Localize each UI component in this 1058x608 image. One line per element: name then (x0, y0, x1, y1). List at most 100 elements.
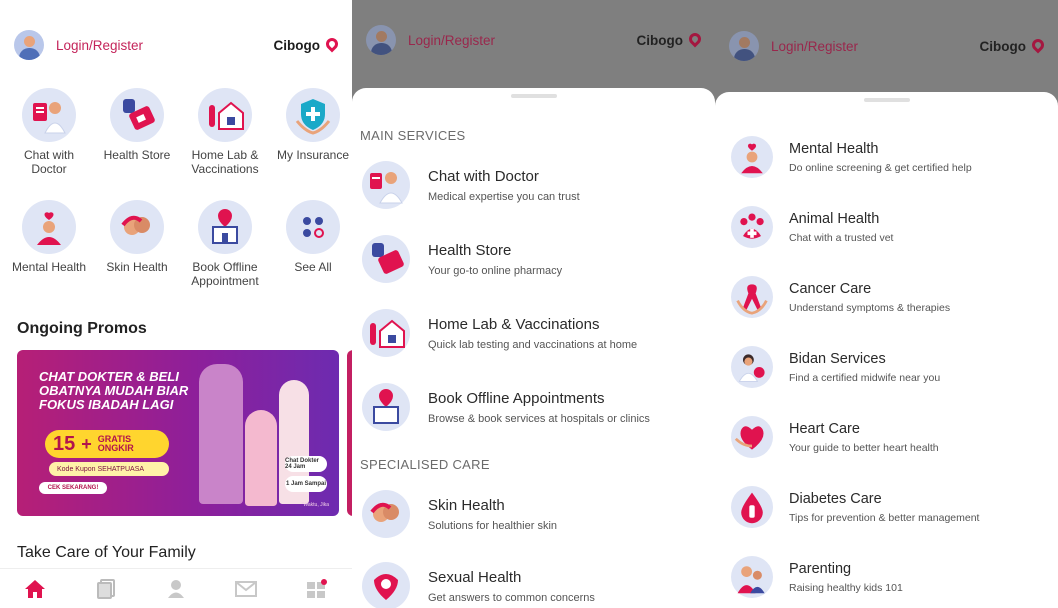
grid-item-home-lab[interactable]: Home Lab & Vaccinations (181, 88, 269, 176)
avatar (729, 31, 759, 61)
sexual-health-icon (362, 562, 410, 608)
doctor-icon (22, 88, 76, 142)
location-pin-icon (323, 35, 341, 52)
grid-item-label: My Insurance (276, 148, 350, 162)
records-icon (96, 578, 115, 599)
banner-badge-1h: 1 Jam Sampai (285, 476, 327, 492)
service-desc: Tips for prevention & better management (789, 511, 980, 524)
grid-item-label: Chat with Doctor (23, 148, 75, 176)
dimmed-header: Login/Register Cibogo (352, 0, 715, 84)
banner-discount: 15 (53, 432, 76, 455)
location-selector: Cibogo (980, 36, 1047, 54)
nav-profile[interactable] (156, 574, 196, 604)
banner-fine-print: *Waktu, Jika (301, 502, 329, 508)
service-sexual-health[interactable]: Sexual Health Get answers to common conce… (352, 562, 715, 608)
service-title: Mental Health (789, 140, 879, 157)
avatar (366, 25, 396, 55)
nav-inbox[interactable] (226, 574, 266, 604)
skin-health-icon (362, 490, 410, 538)
service-desc: Chat with a trusted vet (789, 231, 894, 244)
promo-banner[interactable]: CHAT DOKTER & BELI OBATNYA MUDAH BIAR FO… (17, 350, 339, 516)
banner-figure-child (245, 410, 277, 506)
service-book-offline[interactable]: Book Offline Appointments Browse & book s… (352, 383, 715, 431)
services-sheet-screen: Login/Register Cibogo MAIN SERVICES Chat… (352, 0, 715, 608)
home-lab-icon (362, 309, 410, 357)
dimmed-header: Login/Register Cibogo (715, 2, 1058, 90)
grid-item-skin-health[interactable]: Skin Health (93, 200, 181, 274)
service-bidan[interactable]: Bidan Services Find a certified midwife n… (715, 346, 1058, 388)
apps-icon (306, 578, 327, 598)
service-chat-with-doctor[interactable]: Chat with Doctor Medical expertise you ca… (352, 161, 715, 209)
grid-item-label: Mental Health (11, 260, 87, 274)
grid-item-book-offline[interactable]: Book Offline Appointment (181, 200, 269, 288)
service-desc: Get answers to common concerns (428, 591, 595, 604)
nav-records[interactable] (86, 574, 126, 604)
login-register-link[interactable]: Login/Register (56, 38, 274, 53)
blood-drop-icon (731, 486, 773, 528)
location-label: Cibogo (273, 37, 321, 53)
bottom-sheet: Mental Health Do online screening & get c… (715, 92, 1058, 608)
service-skin-health[interactable]: Skin Health Solutions for healthier skin (352, 490, 715, 538)
skin-health-icon (110, 200, 164, 254)
banner-coupon-code: Kode Kupon SEHATPUASA (49, 462, 169, 476)
grid-item-my-insurance[interactable]: My Insurance (269, 88, 352, 162)
doctor-icon (362, 161, 410, 209)
service-animal-health[interactable]: Animal Health Chat with a trusted vet (715, 206, 1058, 248)
location-pin-icon (1029, 36, 1047, 53)
location-pin-icon (686, 30, 704, 47)
service-title: Heart Care (789, 420, 860, 437)
mental-health-icon (22, 200, 76, 254)
specialised-care-heading: SPECIALISED CARE (360, 457, 490, 472)
banner-figure-man (199, 364, 243, 504)
service-heart-care[interactable]: Heart Care Your guide to better heart hea… (715, 416, 1058, 458)
nav-apps[interactable] (297, 574, 337, 604)
banner-cta-button[interactable]: CEK SEKARANG! (39, 482, 107, 494)
grid-item-health-store[interactable]: Health Store (93, 88, 181, 162)
service-title: Bidan Services (789, 350, 886, 367)
sheet-drag-handle[interactable] (863, 98, 910, 102)
mental-health-icon (731, 136, 773, 178)
grid-item-label: See All (294, 260, 332, 274)
service-cancer-care[interactable]: Cancer Care Understand symptoms & therapi… (715, 276, 1058, 318)
grid-item-label: Book Offline Appointment (191, 260, 259, 288)
service-title: Skin Health (428, 496, 505, 514)
banner-plus: + (81, 433, 92, 454)
midwife-icon (731, 346, 773, 388)
service-mental-health[interactable]: Mental Health Do online screening & get c… (715, 136, 1058, 178)
grid-item-chat-with-doctor[interactable]: Chat with Doctor (5, 88, 93, 176)
service-desc: Medical expertise you can trust (428, 190, 580, 203)
grid-item-see-all[interactable]: See All (269, 200, 352, 274)
service-title: Home Lab & Vaccinations (428, 315, 600, 333)
service-diabetes-care[interactable]: Diabetes Care Tips for prevention & bette… (715, 486, 1058, 528)
login-register-link: Login/Register (771, 38, 859, 54)
grid-item-label: Skin Health (106, 260, 168, 274)
service-title: Sexual Health (428, 568, 522, 586)
sheet-drag-handle[interactable] (510, 94, 557, 98)
main-services-heading: MAIN SERVICES (360, 128, 466, 143)
banner-offer-pill: 15 + GRATIS ONGKIR (45, 430, 169, 458)
login-register-link: Login/Register (408, 32, 496, 48)
service-desc: Raising healthy kids 101 (789, 581, 903, 594)
service-home-lab[interactable]: Home Lab & Vaccinations Quick lab testing… (352, 309, 715, 357)
service-title: Diabetes Care (789, 490, 882, 507)
service-title: Cancer Care (789, 280, 872, 297)
bottom-nav (0, 568, 352, 608)
service-desc: Browse & book services at hospitals or c… (428, 412, 650, 425)
service-title: Health Store (428, 241, 512, 259)
heart-icon (731, 416, 773, 458)
service-health-store[interactable]: Health Store Your go-to online pharmacy (352, 235, 715, 283)
pill-box-icon (362, 235, 410, 283)
hospital-pin-icon (362, 383, 410, 431)
avatar[interactable] (14, 30, 44, 60)
service-parenting[interactable]: Parenting Raising healthy kids 101 (715, 556, 1058, 598)
grid-item-mental-health[interactable]: Mental Health (5, 200, 93, 274)
service-desc: Quick lab testing and vaccinations at ho… (428, 338, 638, 351)
paw-icon (731, 206, 773, 248)
family-icon (731, 556, 773, 598)
nav-home[interactable] (15, 574, 55, 604)
home-lab-icon (198, 88, 252, 142)
service-desc: Your guide to better heart health (789, 441, 939, 454)
service-desc: Understand symptoms & therapies (789, 301, 951, 314)
location-selector[interactable]: Cibogo (273, 35, 341, 53)
home-header: Login/Register Cibogo (0, 0, 352, 90)
